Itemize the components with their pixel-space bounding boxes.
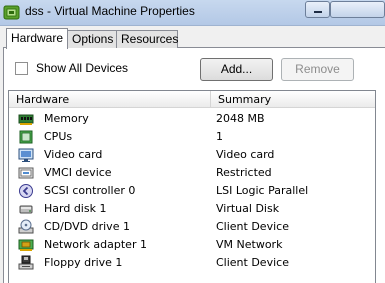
hardware-summary: VM Network	[216, 238, 283, 251]
remove-button[interactable]: Remove	[281, 58, 354, 81]
hardware-summary: 1	[216, 130, 223, 143]
memory-icon	[18, 114, 34, 125]
scsi-controller-icon	[19, 184, 33, 198]
maximize-button[interactable]	[330, 1, 385, 18]
list-item[interactable]: CD/DVD drive 1 Client Device	[9, 218, 375, 236]
show-all-devices-checkbox[interactable]	[15, 62, 28, 75]
hardware-name: Network adapter 1	[44, 238, 147, 251]
hardware-list[interactable]: Hardware Summary Memory 2048 MB CPUs 1 V…	[8, 90, 376, 283]
add-button[interactable]: Add...	[200, 58, 273, 81]
title-bar[interactable]: dss - Virtual Machine Properties	[0, 0, 385, 26]
hardware-summary: Video card	[216, 148, 275, 161]
cpu-icon	[19, 130, 33, 144]
show-all-devices-label: Show All Devices	[36, 61, 129, 75]
network-adapter-icon	[18, 239, 34, 251]
hardware-list-header: Hardware Summary	[9, 91, 375, 108]
window-title: dss - Virtual Machine Properties	[25, 4, 195, 18]
list-item[interactable]: Network adapter 1 VM Network	[9, 236, 375, 254]
minimize-icon	[314, 11, 322, 13]
list-item[interactable]: CPUs 1	[9, 128, 375, 146]
tab-options[interactable]: Options	[67, 30, 117, 48]
hardware-name: Video card	[44, 148, 103, 161]
vmci-icon	[18, 167, 34, 179]
hardware-name: Floppy drive 1	[44, 256, 123, 269]
list-item[interactable]: Video card Video card	[9, 146, 375, 164]
hardware-name: Memory	[44, 112, 89, 125]
video-card-icon	[18, 148, 34, 162]
column-header-summary[interactable]: Summary	[210, 91, 350, 108]
vm-properties-window: dss - Virtual Machine Properties Hardwar…	[0, 0, 385, 283]
hardware-name: CD/DVD drive 1	[44, 220, 130, 233]
hardware-summary: Restricted	[216, 166, 272, 179]
minimize-button[interactable]	[305, 1, 330, 18]
hard-disk-icon	[19, 205, 33, 214]
hardware-name: SCSI controller 0	[44, 184, 136, 197]
hardware-name: Hard disk 1	[44, 202, 107, 215]
floppy-icon	[18, 255, 34, 270]
cd-dvd-icon	[18, 219, 34, 234]
list-item[interactable]: SCSI controller 0 LSI Logic Parallel	[9, 182, 375, 200]
column-header-hardware[interactable]: Hardware	[9, 91, 210, 108]
vm-icon	[3, 5, 20, 20]
hardware-name: CPUs	[44, 130, 73, 143]
hardware-summary: Client Device	[216, 220, 289, 233]
list-item[interactable]: Hard disk 1 Virtual Disk	[9, 200, 375, 218]
list-item[interactable]: Memory 2048 MB	[9, 110, 375, 128]
list-item[interactable]: VMCI device Restricted	[9, 164, 375, 182]
tab-resources[interactable]: Resources	[116, 30, 178, 48]
hardware-summary: Virtual Disk	[216, 202, 280, 215]
hardware-summary: LSI Logic Parallel	[216, 184, 309, 197]
list-item[interactable]: Floppy drive 1 Client Device	[9, 254, 375, 272]
hardware-summary: Client Device	[216, 256, 289, 269]
hardware-summary: 2048 MB	[216, 112, 265, 125]
hardware-name: VMCI device	[44, 166, 112, 179]
tab-hardware[interactable]: Hardware	[6, 28, 68, 49]
